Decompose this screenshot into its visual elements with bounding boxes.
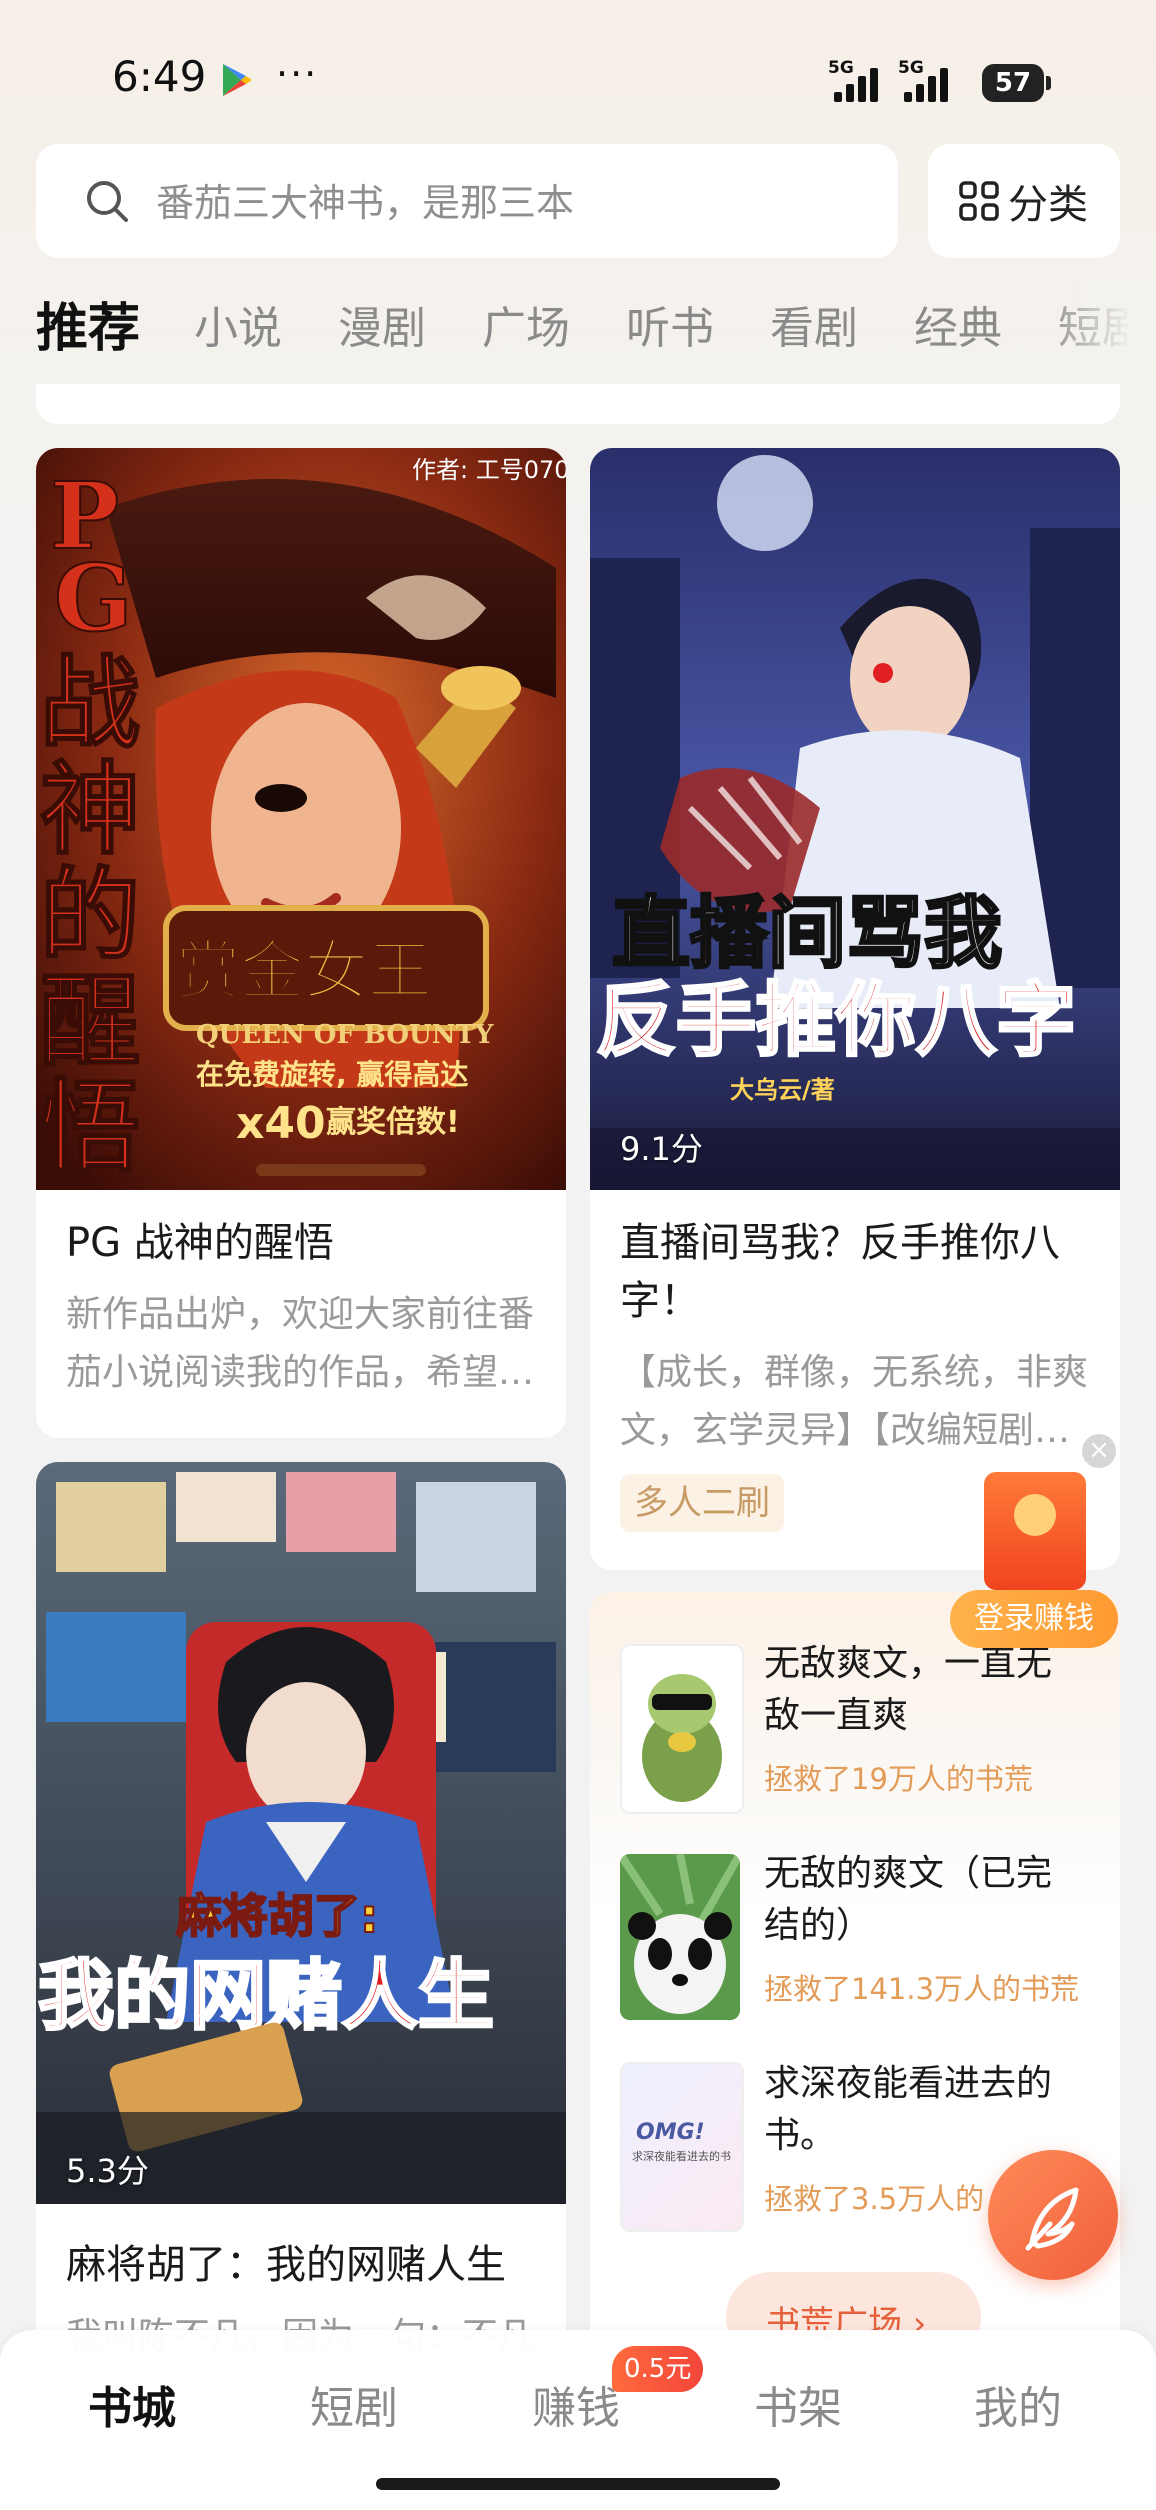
quill-icon: [1025, 2187, 1079, 2251]
cover-banner: 赏金女王: [176, 934, 432, 1009]
network-type-1: 5G: [828, 58, 854, 78]
list-item-sub: 拯救了3.5万人的: [764, 2182, 985, 2216]
list-item-title[interactable]: 敌一直爽: [764, 1690, 1094, 1742]
book-cover-mahjong: 麻将胡了: 我的网赌人生: [36, 1462, 566, 2204]
battery-icon: 57: [982, 64, 1051, 102]
search-icon: [87, 181, 128, 222]
cover-promo: 在免费旋转, 赢得高达: [196, 1058, 468, 1091]
book-title[interactable]: PG 战神的醒悟: [66, 1214, 334, 1272]
feed-top-strip: [36, 384, 1120, 424]
tab-recommend[interactable]: 推荐: [36, 286, 140, 361]
write-fab-button[interactable]: [988, 2150, 1118, 2280]
coin-icon: [1014, 1494, 1056, 1536]
tab-watch-drama[interactable]: 看剧: [770, 292, 858, 356]
list-item-sub: 拯救了19万人的书荒: [764, 1762, 1033, 1796]
category-label[interactable]: 分类: [1008, 172, 1088, 230]
nav-bookstore[interactable]: 书城: [88, 2372, 176, 2436]
signal-icon-2: 5G: [898, 58, 960, 102]
tab-classic[interactable]: 经典: [914, 292, 1002, 356]
list-item-sub: 拯救了141.3万人的书荒: [764, 1972, 1080, 2006]
battery-level: 57: [994, 68, 1032, 98]
earn-badge: 0.5元: [612, 2346, 704, 2392]
cover-side-char: G: [54, 544, 133, 652]
cover-author: 作者: 工号070: [412, 456, 566, 484]
book-tag: 多人二刷: [620, 1474, 784, 1532]
book-cover-pg: QUEEN OF BOUNTY 赏金女王 在免费旋转, 赢得高达 x40 赢奖倍…: [36, 448, 566, 1190]
status-time: 6:49: [112, 52, 207, 101]
more-notifications-icon: ···: [276, 52, 319, 96]
nav-bookshelf[interactable]: 书架: [754, 2372, 842, 2436]
cover-banner-en: QUEEN OF BOUNTY: [196, 1020, 494, 1050]
tabs-fade: [1040, 280, 1156, 360]
network-type-2: 5G: [898, 58, 924, 78]
book-title-line[interactable]: 直播间骂我？反手推你八: [620, 1214, 1060, 1272]
nav-earn-money[interactable]: 赚钱: [532, 2372, 620, 2436]
cover-multiplier: x40: [236, 1098, 326, 1149]
turtle-thumbnail[interactable]: [620, 1644, 744, 1814]
cover-side-char: 醒: [40, 962, 140, 1080]
book-score: 5.3分: [66, 2152, 149, 2190]
thumb-omg-text: OMG!: [636, 2120, 705, 2145]
cover-side-char: 战: [40, 644, 140, 762]
tab-novel[interactable]: 小说: [194, 292, 282, 356]
panda-thumbnail[interactable]: [620, 1854, 740, 2020]
book-title[interactable]: 麻将胡了：我的网赌人生: [66, 2236, 506, 2294]
book-card-pg[interactable]: QUEEN OF BOUNTY 赏金女王 在免费旋转, 赢得高达 x40 赢奖倍…: [36, 448, 566, 1438]
cover-line2: 反手推你八字: [596, 974, 1076, 1067]
home-indicator[interactable]: [376, 2478, 780, 2490]
list-item-title[interactable]: 结的）: [764, 1900, 1094, 1952]
thumb-small-text: 求深夜能看进去的书: [632, 2150, 731, 2163]
cover-multiplier-text: 赢奖倍数!: [326, 1105, 460, 1140]
book-desc-line: 新作品出炉，欢迎大家前往番: [66, 1294, 535, 1335]
list-item-title[interactable]: 无敌的爽文（已完: [764, 1848, 1094, 1900]
book-desc-line: 【成长，群像，无系统，非爽: [620, 1352, 1089, 1393]
book-card-live[interactable]: 直播间骂我 反手推你八字 大乌云/著 9.1分 直播间骂我？反手推你八 字！ 【…: [590, 448, 1120, 1570]
cover-author: 大乌云/著: [730, 1076, 835, 1104]
book-desc-line: 茄小说阅读我的作品，希望…: [66, 1352, 535, 1393]
book-title-line[interactable]: 字！: [620, 1272, 700, 1330]
close-icon[interactable]: ×: [1082, 1434, 1116, 1468]
book-score: 9.1分: [620, 1130, 703, 1168]
cover-line1: 直播间骂我: [612, 889, 1002, 979]
cover-side-char: 悟: [40, 1068, 140, 1186]
tab-plaza[interactable]: 广场: [482, 292, 570, 356]
play-store-icon: [223, 64, 252, 96]
omg-thumbnail[interactable]: OMG! 求深夜能看进去的书: [620, 2062, 744, 2232]
signal-icon-1: 5G: [828, 58, 890, 102]
search-placeholder[interactable]: 番茄三大神书，是那三本: [156, 172, 574, 227]
nav-short-drama[interactable]: 短剧: [310, 2372, 398, 2436]
cover-side-char: 神: [40, 750, 140, 868]
cover-side-char: 的: [40, 856, 140, 974]
tab-audiobook[interactable]: 听书: [626, 292, 714, 356]
cover-line1: 麻将胡了:: [176, 1889, 378, 1943]
list-item-title[interactable]: 求深夜能看进去的: [764, 2058, 1094, 2110]
book-card-mahjong[interactable]: 麻将胡了: 我的网赌人生 5.3分 麻将胡了：我的网赌人生 我叫陈不凡，因为一句…: [36, 1462, 566, 2362]
tab-comic-drama[interactable]: 漫剧: [338, 292, 426, 356]
nav-profile[interactable]: 我的: [974, 2372, 1062, 2436]
book-desc-line: 文，玄学灵异】【改编短剧…: [620, 1410, 1071, 1451]
book-cover-live: 直播间骂我 反手推你八字 大乌云/著: [590, 448, 1120, 1190]
grid-icon: [959, 181, 999, 221]
login-earn-button[interactable]: 登录赚钱: [950, 1590, 1118, 1648]
